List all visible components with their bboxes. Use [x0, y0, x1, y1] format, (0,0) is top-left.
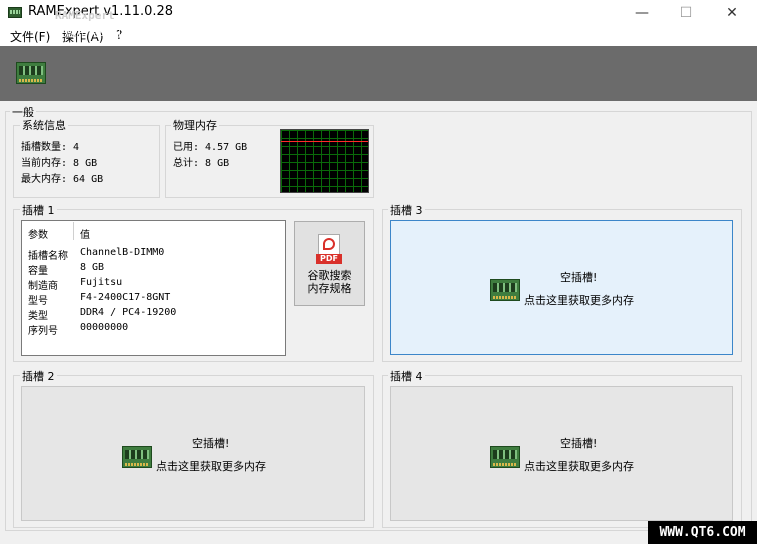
ram-chip-icon	[490, 279, 520, 301]
memory-usage-graph	[280, 129, 369, 193]
ram-chip-icon	[16, 62, 46, 84]
slot2-label: 插槽 2	[20, 368, 57, 384]
table-header-param: 参数	[28, 230, 48, 241]
ram-chip-icon	[490, 446, 520, 468]
system-info-label: 系统信息	[20, 117, 68, 133]
current-memory: 当前内存: 8 GB	[21, 158, 98, 169]
table-header-divider	[73, 222, 74, 240]
pdf-badge: PDF	[316, 254, 342, 264]
table-row-key: 型号	[28, 296, 48, 307]
watermark: WWW.QT6.COM	[648, 521, 757, 544]
slot2-empty-panel[interactable]	[21, 386, 365, 521]
table-row-key: 序列号	[28, 326, 58, 337]
app-icon	[8, 7, 22, 18]
header-banner	[0, 46, 757, 101]
table-header-value: 值	[80, 230, 90, 241]
banner-app-name: RAMExpert	[55, 9, 115, 22]
close-button[interactable]: ✕	[709, 0, 755, 26]
memory-usage-line	[281, 141, 368, 142]
table-row-value: ChannelB-DIMM0	[80, 247, 165, 258]
table-row-key: 类型	[28, 311, 48, 322]
slot2-get-more-link[interactable]: 点击这里获取更多内存	[156, 458, 266, 474]
memory-total: 总计: 8 GB	[173, 158, 230, 169]
slot3-empty-title: 空插槽!	[560, 271, 598, 284]
slot4-empty-title: 空插槽!	[560, 437, 598, 450]
menu-file[interactable]: 文件(F)	[10, 28, 50, 45]
minimize-button[interactable]: —	[619, 0, 665, 26]
table-row-value: Fujitsu	[80, 277, 123, 288]
table-row-key: 插槽名称	[28, 251, 68, 262]
slot4-label: 插槽 4	[388, 368, 425, 384]
slot3-get-more-link[interactable]: 点击这里获取更多内存	[524, 292, 634, 308]
google-button-line2: 内存规格	[307, 282, 352, 295]
table-row-key: 容量	[28, 266, 48, 277]
slot4-empty-panel[interactable]	[390, 386, 733, 521]
table-row-key: 制造商	[28, 281, 58, 292]
table-row-value: 8 GB	[80, 262, 105, 273]
pdf-logo-swoosh	[323, 238, 335, 250]
table-row-value: F4-2400C17-8GNT	[80, 292, 171, 303]
physical-memory-label: 物理内存	[171, 117, 219, 133]
slot3-label: 插槽 3	[388, 202, 425, 218]
memory-used: 已用: 4.57 GB	[173, 142, 248, 153]
slot3-empty-panel[interactable]	[390, 220, 733, 355]
slot1-label: 插槽 1	[20, 202, 57, 218]
table-row-value: 00000000	[80, 322, 129, 333]
slot4-get-more-link[interactable]: 点击这里获取更多内存	[524, 458, 634, 474]
banner-description: 在您指尖的内存详细信息	[55, 26, 176, 39]
slot1-detail-table	[21, 220, 286, 356]
max-memory: 最大内存: 64 GB	[21, 174, 104, 185]
slot2-empty-title: 空插槽!	[192, 437, 230, 450]
maximize-button[interactable]: ☐	[663, 0, 709, 26]
slot-count: 插槽数量: 4	[21, 142, 80, 153]
table-row-value: DDR4 / PC4-19200	[80, 307, 177, 318]
ram-chip-icon	[122, 446, 152, 468]
